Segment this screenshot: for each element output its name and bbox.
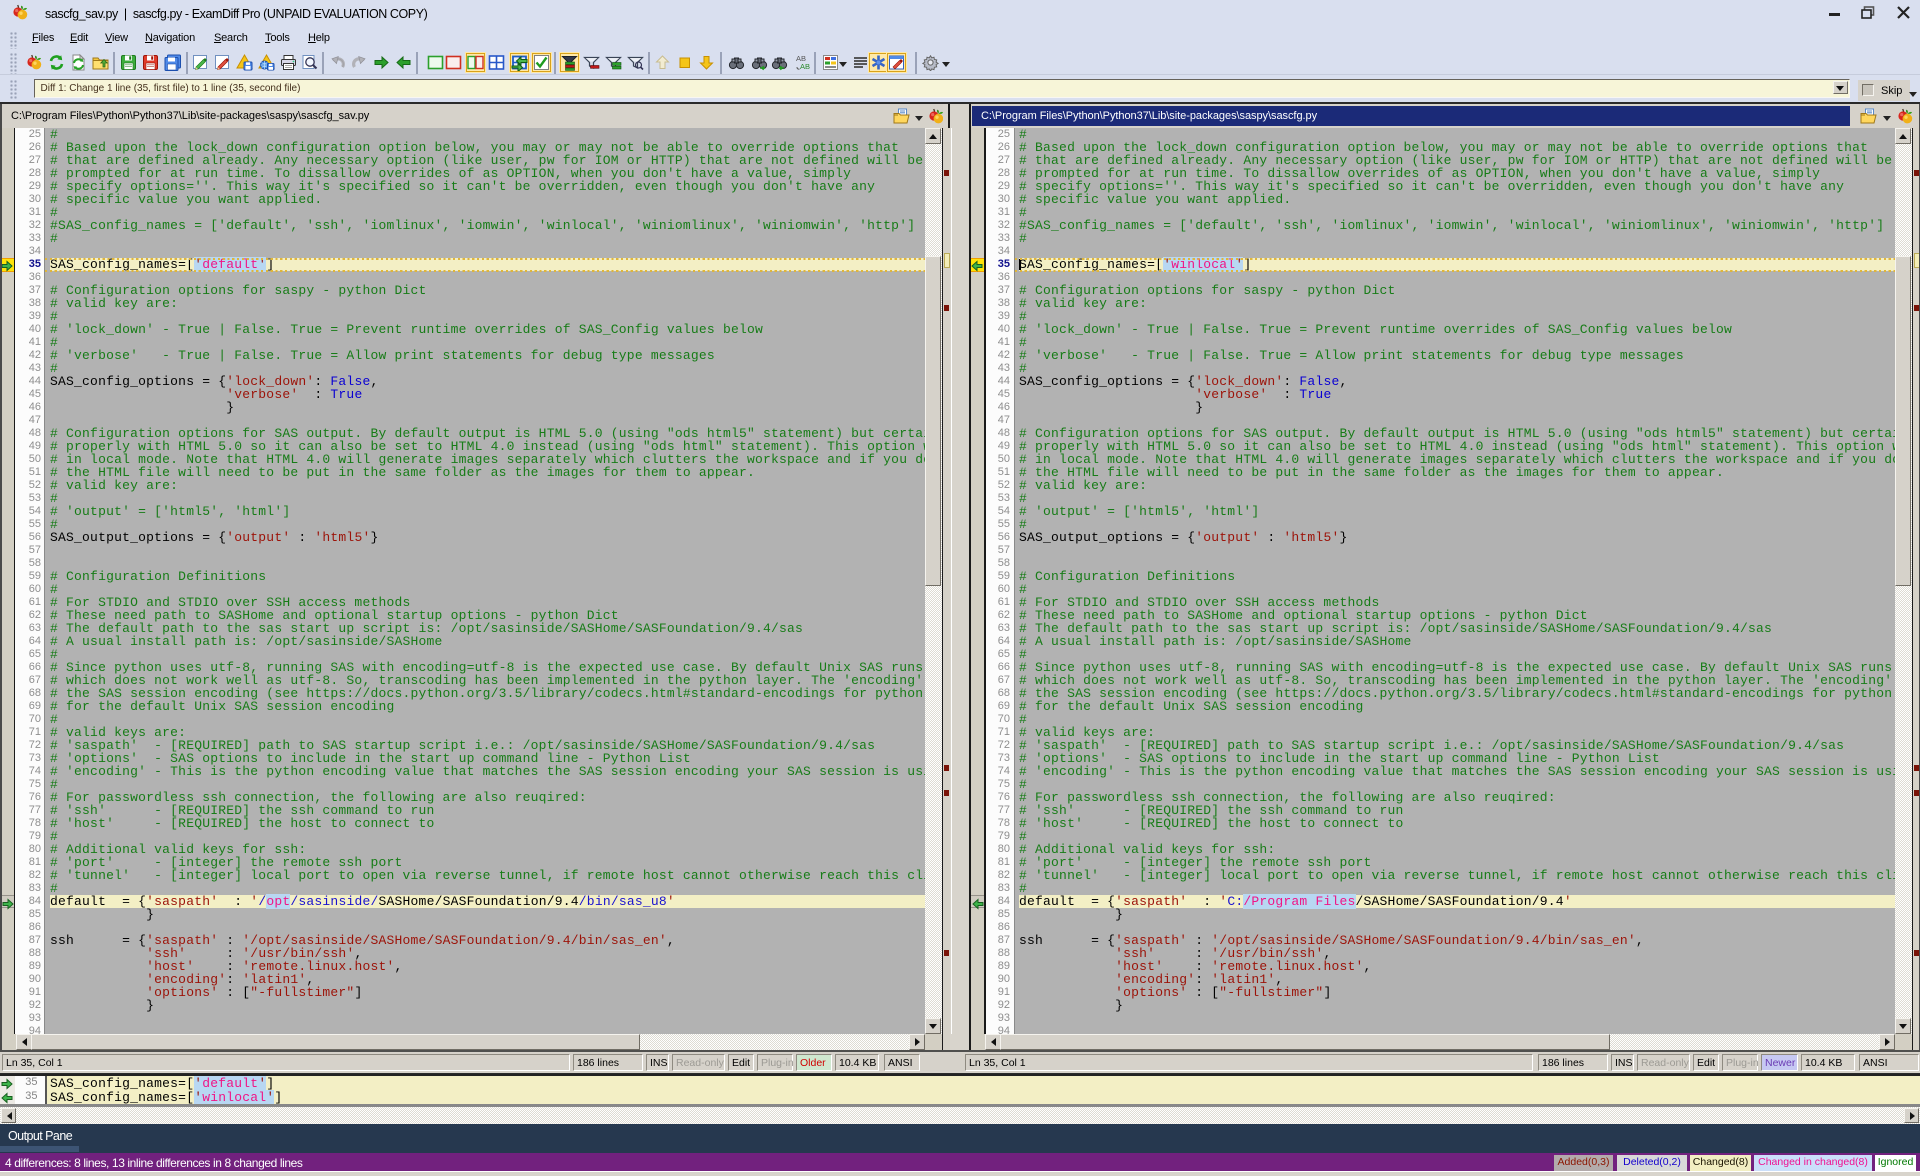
svg-text:AB: AB	[800, 62, 810, 71]
